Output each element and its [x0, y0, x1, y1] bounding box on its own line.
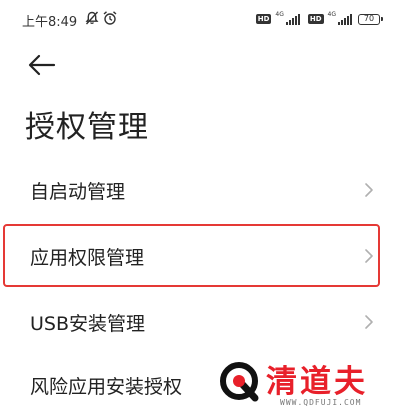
alarm-icon: [102, 10, 118, 26]
menu-item-autostart[interactable]: 自启动管理: [0, 161, 400, 219]
mute-icon: [84, 10, 100, 26]
menu-item-label: 自启动管理: [30, 181, 126, 203]
menu-item-label: USB安装管理: [30, 313, 146, 335]
network-type-label: 4G: [327, 10, 336, 18]
watermark: 清道夫 WWW.QDFUJI.COM: [218, 356, 398, 412]
watermark-brand: 清道夫: [266, 364, 368, 400]
status-time: 上午8:49: [22, 15, 78, 30]
chevron-right-icon: [365, 315, 373, 329]
highlight-annotation: [3, 224, 380, 287]
signal-icon: [338, 10, 352, 29]
watermark-url: WWW.QDFUJI.COM: [280, 398, 362, 407]
status-bar: 上午8:49 HD 4G HD 4G 70: [0, 0, 400, 40]
hd-badge: HD: [255, 14, 272, 24]
hd-badge: HD: [307, 14, 324, 24]
watermark-logo-icon: [220, 362, 259, 402]
signal-icon: [285, 10, 300, 29]
status-indicators: HD 4G HD 4G 70: [255, 10, 383, 29]
page-title: 授权管理: [25, 110, 149, 145]
back-button[interactable]: [26, 50, 60, 80]
chevron-right-icon: [365, 183, 373, 197]
menu-item-label: 风险应用安装授权: [30, 376, 183, 398]
arrow-left-icon: [28, 54, 56, 76]
network-type-label: 4G: [275, 10, 284, 18]
menu-item-usb-install[interactable]: USB安装管理: [0, 293, 400, 351]
battery-icon: 70: [358, 13, 383, 25]
